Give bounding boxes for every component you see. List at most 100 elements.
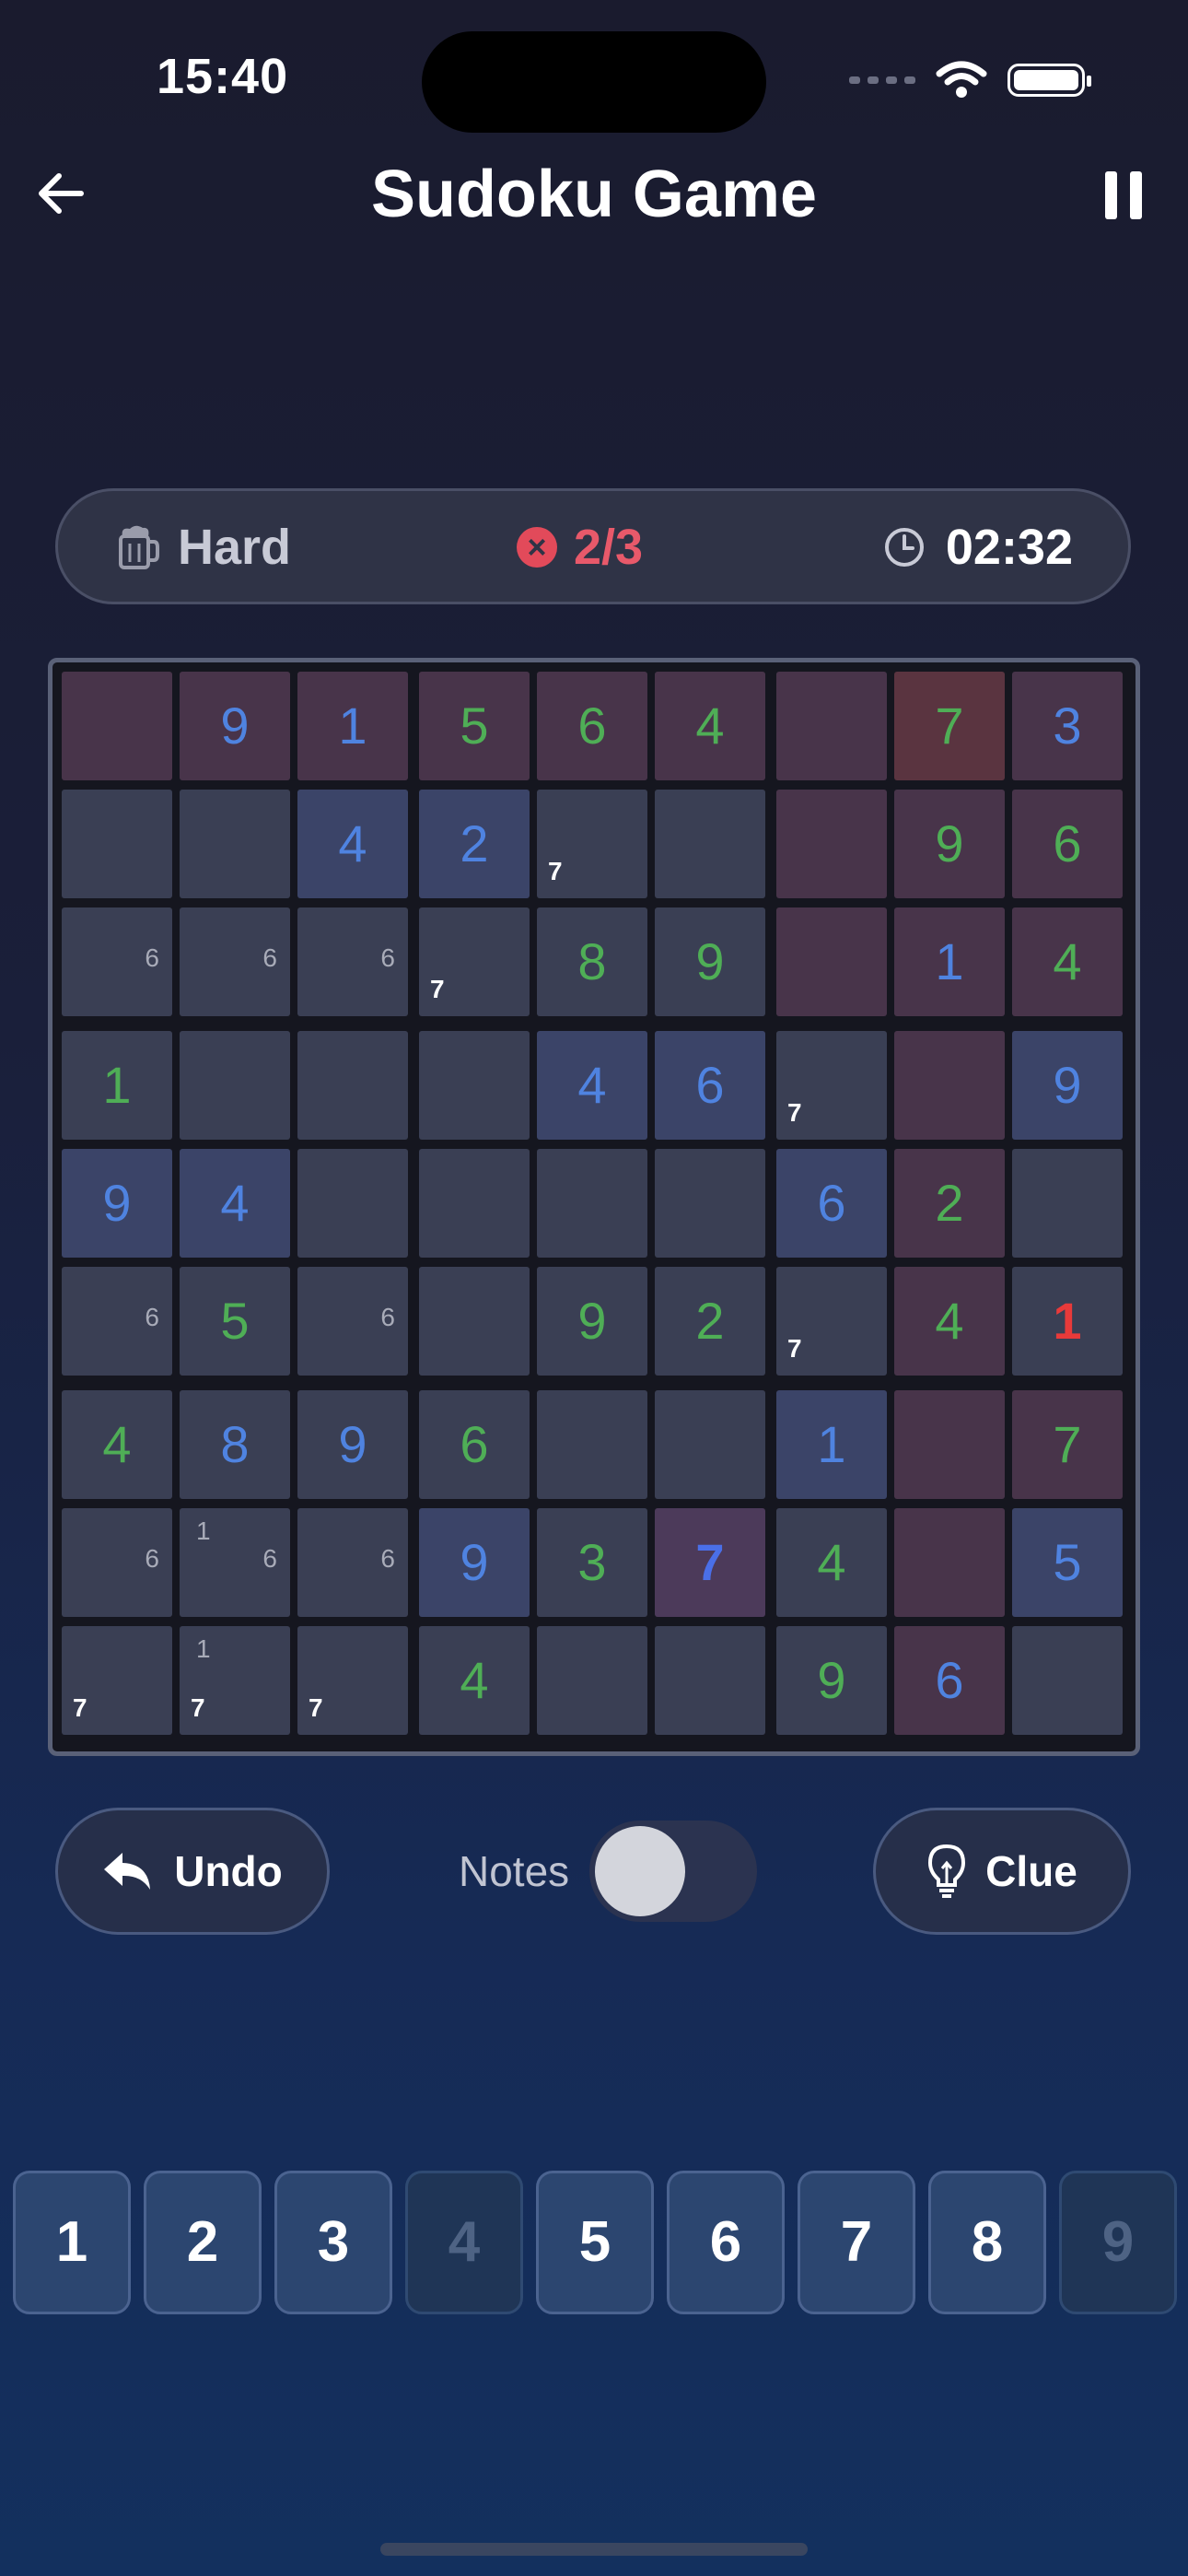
undo-button[interactable]: Undo [55, 1808, 330, 1935]
sudoku-cell-r2c2[interactable] [180, 790, 290, 898]
sudoku-cell-r2c7[interactable] [776, 790, 887, 898]
sudoku-cell-r7c1[interactable]: 4 [62, 1390, 172, 1499]
sudoku-cell-r5c1[interactable]: 9 [62, 1149, 172, 1258]
sudoku-cell-r2c9[interactable]: 6 [1012, 790, 1123, 898]
sudoku-cell-r5c4[interactable] [419, 1149, 530, 1258]
sudoku-cell-r6c9[interactable]: 1 [1012, 1267, 1123, 1376]
sudoku-cell-r1c4[interactable]: 5 [419, 672, 530, 780]
number-key-2[interactable]: 2 [144, 2171, 262, 2314]
sudoku-cell-r6c4[interactable] [419, 1267, 530, 1376]
sudoku-cell-r7c4[interactable]: 6 [419, 1390, 530, 1499]
sudoku-cell-r5c6[interactable] [655, 1149, 765, 1258]
sudoku-cell-r4c7[interactable]: 7 [776, 1031, 887, 1140]
mistakes-counter: × 2/3 [517, 519, 643, 576]
sudoku-cell-r8c4[interactable]: 9 [419, 1508, 530, 1617]
sudoku-cell-r1c2[interactable]: 9 [180, 672, 290, 780]
sudoku-cell-r8c3[interactable]: 6 [297, 1508, 408, 1617]
sudoku-cell-r4c3[interactable] [297, 1031, 408, 1140]
sudoku-cell-r7c5[interactable] [537, 1390, 647, 1499]
number-key-7[interactable]: 7 [798, 2171, 915, 2314]
sudoku-cell-r2c4[interactable]: 2 [419, 790, 530, 898]
sudoku-cell-r9c9[interactable] [1012, 1626, 1123, 1735]
number-key-8[interactable]: 8 [928, 2171, 1046, 2314]
sudoku-cell-r1c9[interactable]: 3 [1012, 672, 1123, 780]
sudoku-cell-r7c9[interactable]: 7 [1012, 1390, 1123, 1499]
sudoku-cell-r5c3[interactable] [297, 1149, 408, 1258]
sudoku-cell-r5c2[interactable]: 4 [180, 1149, 290, 1258]
sudoku-cell-r1c8[interactable]: 7 [894, 672, 1005, 780]
cell-value: 4 [338, 814, 367, 872]
number-key-6[interactable]: 6 [667, 2171, 785, 2314]
sudoku-cell-r8c7[interactable]: 4 [776, 1508, 887, 1617]
sudoku-cell-r6c3[interactable]: 6 [297, 1267, 408, 1376]
notes-toggle[interactable] [589, 1821, 757, 1922]
sudoku-cell-r1c5[interactable]: 6 [537, 672, 647, 780]
number-key-5[interactable]: 5 [536, 2171, 654, 2314]
sudoku-cell-r3c4[interactable]: 7 [419, 907, 530, 1016]
number-key-3[interactable]: 3 [274, 2171, 392, 2314]
sudoku-cell-r6c7[interactable]: 7 [776, 1267, 887, 1376]
cellular-signal-icon [849, 76, 915, 84]
home-indicator[interactable] [380, 2543, 808, 2556]
sudoku-cell-r2c8[interactable]: 9 [894, 790, 1005, 898]
sudoku-cell-r8c9[interactable]: 5 [1012, 1508, 1123, 1617]
sudoku-cell-r3c3[interactable]: 6 [297, 907, 408, 1016]
sudoku-cell-r3c5[interactable]: 8 [537, 907, 647, 1016]
sudoku-cell-r1c6[interactable]: 4 [655, 672, 765, 780]
sudoku-cell-r1c3[interactable]: 1 [297, 672, 408, 780]
sudoku-cell-r1c7[interactable] [776, 672, 887, 780]
battery-icon [1007, 64, 1091, 97]
sudoku-cell-r4c9[interactable]: 9 [1012, 1031, 1123, 1140]
clue-button[interactable]: Clue [873, 1808, 1131, 1935]
sudoku-cell-r4c5[interactable]: 4 [537, 1031, 647, 1140]
sudoku-cell-r3c1[interactable]: 6 [62, 907, 172, 1016]
sudoku-cell-r4c2[interactable] [180, 1031, 290, 1140]
sudoku-cell-r5c9[interactable] [1012, 1149, 1123, 1258]
sudoku-cell-r4c6[interactable]: 6 [655, 1031, 765, 1140]
sudoku-cell-r4c1[interactable]: 1 [62, 1031, 172, 1140]
sudoku-cell-r7c3[interactable]: 9 [297, 1390, 408, 1499]
pause-button[interactable] [1105, 171, 1142, 219]
sudoku-cell-r6c8[interactable]: 4 [894, 1267, 1005, 1376]
sudoku-cell-r9c4[interactable]: 4 [419, 1626, 530, 1735]
sudoku-cell-r3c9[interactable]: 4 [1012, 907, 1123, 1016]
sudoku-cell-r7c6[interactable] [655, 1390, 765, 1499]
sudoku-cell-r8c2[interactable]: 16 [180, 1508, 290, 1617]
sudoku-cell-r8c8[interactable] [894, 1508, 1005, 1617]
sudoku-cell-r7c7[interactable]: 1 [776, 1390, 887, 1499]
sudoku-cell-r1c1[interactable] [62, 672, 172, 780]
sudoku-cell-r9c5[interactable] [537, 1626, 647, 1735]
sudoku-cell-r2c5[interactable]: 7 [537, 790, 647, 898]
sudoku-cell-r8c6[interactable]: 7 [655, 1508, 765, 1617]
sudoku-cell-r9c6[interactable] [655, 1626, 765, 1735]
sudoku-cell-r3c2[interactable]: 6 [180, 907, 290, 1016]
sudoku-cell-r6c5[interactable]: 9 [537, 1267, 647, 1376]
cell-value: 4 [695, 697, 725, 755]
sudoku-cell-r3c6[interactable]: 9 [655, 907, 765, 1016]
sudoku-cell-r3c8[interactable]: 1 [894, 907, 1005, 1016]
sudoku-cell-r6c2[interactable]: 5 [180, 1267, 290, 1376]
sudoku-cell-r6c1[interactable]: 6 [62, 1267, 172, 1376]
cell-value: 4 [102, 1415, 132, 1473]
sudoku-cell-r4c8[interactable] [894, 1031, 1005, 1140]
sudoku-cell-r9c1[interactable]: 7 [62, 1626, 172, 1735]
sudoku-cell-r2c3[interactable]: 4 [297, 790, 408, 898]
sudoku-cell-r2c1[interactable] [62, 790, 172, 898]
cell-value: 9 [102, 1174, 132, 1232]
sudoku-cell-r4c4[interactable] [419, 1031, 530, 1140]
sudoku-cell-r3c7[interactable] [776, 907, 887, 1016]
sudoku-cell-r8c5[interactable]: 3 [537, 1508, 647, 1617]
sudoku-cell-r5c7[interactable]: 6 [776, 1149, 887, 1258]
sudoku-cell-r9c8[interactable]: 6 [894, 1626, 1005, 1735]
sudoku-cell-r5c8[interactable]: 2 [894, 1149, 1005, 1258]
sudoku-cell-r7c8[interactable] [894, 1390, 1005, 1499]
sudoku-cell-r5c5[interactable] [537, 1149, 647, 1258]
sudoku-cell-r2c6[interactable] [655, 790, 765, 898]
sudoku-cell-r9c3[interactable]: 7 [297, 1626, 408, 1735]
sudoku-cell-r6c6[interactable]: 2 [655, 1267, 765, 1376]
sudoku-cell-r7c2[interactable]: 8 [180, 1390, 290, 1499]
sudoku-cell-r9c7[interactable]: 9 [776, 1626, 887, 1735]
sudoku-cell-r8c1[interactable]: 6 [62, 1508, 172, 1617]
number-key-1[interactable]: 1 [13, 2171, 131, 2314]
sudoku-cell-r9c2[interactable]: 17 [180, 1626, 290, 1735]
